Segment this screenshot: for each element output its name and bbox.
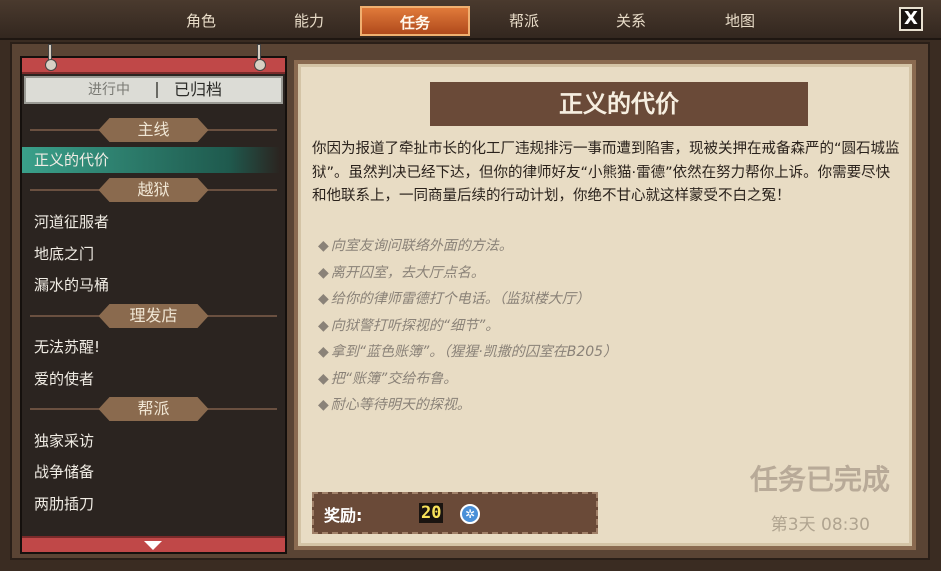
top-tab-bar: 角色 能力 任务 帮派 关系 地图 X (0, 0, 941, 40)
quest-subtabs: 进行中 已归档 (24, 76, 283, 104)
objective-item: ◆ 把“账簿”交给布鲁。 (318, 370, 458, 387)
subtab-archived[interactable]: 已归档 (174, 78, 222, 102)
quest-item[interactable]: 独家采访 (22, 428, 280, 454)
category-header-gang: 帮派 (22, 397, 285, 421)
pin-icon (254, 44, 266, 71)
category-header-jailbreak: 越狱 (22, 178, 285, 202)
quest-status: 任务已完成 (749, 463, 890, 496)
objective-list: ◆ 向室友询问联络外面的方法。 ◆ 离开囚室，去大厅点名。 ◆ 给你的律师雷德打个电话… (318, 233, 878, 419)
tab-character[interactable]: 角色 (146, 6, 256, 36)
objective-item: ◆ 向狱警打听探视的“细节”。 (318, 317, 500, 334)
subtab-divider (156, 82, 158, 98)
scroll-down-icon[interactable] (144, 541, 162, 550)
quest-item[interactable]: 两肋插刀 (22, 491, 280, 517)
game-time: 第3天 08:30 (770, 515, 870, 535)
tab-abilities[interactable]: 能力 (254, 6, 364, 36)
tab-quests[interactable]: 任务 (360, 6, 470, 36)
category-header-barbershop: 理发店 (22, 304, 285, 328)
quest-item[interactable]: 地底之门 (22, 241, 280, 267)
subtab-in-progress[interactable]: 进行中 (88, 78, 130, 102)
quest-item[interactable]: 战争储备 (22, 459, 280, 485)
category-header-main: 主线 (22, 118, 285, 142)
quest-title: 正义的代价 (430, 82, 808, 126)
quest-list-panel: 进行中 已归档 主线 正义的代价 越狱 河道征服者 地底之门 漏水的马桶 理发店… (20, 44, 287, 554)
tab-gang[interactable]: 帮派 (469, 6, 579, 36)
quest-item[interactable]: 无法苏醒! (22, 334, 280, 360)
objective-item: ◆ 拿到“蓝色账簿”。（猩猩·凯撒的囚室在B205） (318, 344, 618, 360)
list-top-bar (22, 58, 285, 74)
gear-coin-icon: ✲ (460, 504, 480, 524)
quest-item[interactable]: 河道征服者 (22, 209, 280, 235)
objective-item: ◆ 离开囚室，去大厅点名。 (318, 264, 485, 281)
reward-value: 20 (419, 503, 444, 523)
objective-item: ◆ 向室友询问联络外面的方法。 (318, 238, 513, 254)
quest-item[interactable]: 漏水的马桶 (22, 272, 280, 298)
objective-item: ◆ 给你的律师雷德打个电话。（监狱楼大厅） (318, 291, 590, 307)
reward-box: 奖励: 20 ✲ (312, 492, 598, 534)
reward-label: 奖励: (324, 506, 363, 525)
tab-relations[interactable]: 关系 (576, 6, 686, 36)
pin-icon (45, 44, 57, 71)
quest-detail-panel: 正义的代价 你因为报道了牵扯市长的化工厂违规排污一事而遭到陷害，现被关押在戒备森… (294, 60, 916, 550)
tab-map[interactable]: 地图 (685, 6, 795, 36)
objective-item: ◆ 耐心等待明天的探视。 (318, 397, 471, 413)
quest-item[interactable]: 爱的使者 (22, 366, 280, 392)
close-button[interactable]: X (899, 7, 923, 31)
quest-item-selected[interactable]: 正义的代价 (22, 147, 280, 173)
quest-description: 你因为报道了牵扯市长的化工厂违规排污一事而遭到陷害，现被关押在戒备森严的“圆石城… (312, 141, 900, 204)
